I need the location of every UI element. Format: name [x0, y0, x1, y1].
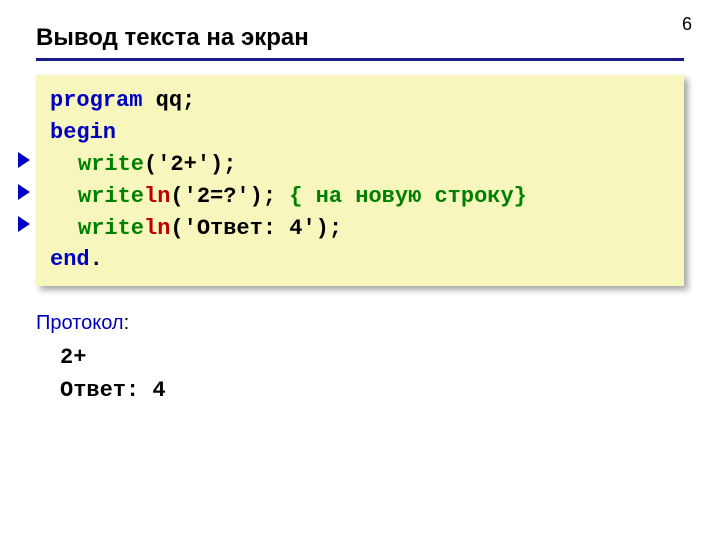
- triangle-icon: [18, 152, 30, 168]
- protocol-line: Ответ: 4: [60, 374, 684, 407]
- code-markers: [18, 152, 30, 248]
- code-line-2: begin: [50, 117, 670, 149]
- code-args: ('Ответ: 4');: [170, 216, 342, 241]
- fn-ln: ln: [144, 216, 170, 241]
- protocol-colon: :: [124, 312, 130, 334]
- code-args: ('2+');: [144, 152, 236, 177]
- protocol-line: 2+: [60, 341, 684, 374]
- code-block: program qq; begin write('2+'); writeln('…: [36, 75, 684, 286]
- fn-write: write: [78, 152, 144, 177]
- code-text: .: [90, 247, 103, 272]
- code-line-5: writeln('Ответ: 4');: [50, 213, 670, 245]
- triangle-icon: [18, 184, 30, 200]
- protocol-label: Протокол: [36, 312, 124, 334]
- keyword-begin: begin: [50, 120, 116, 145]
- code-line-1: program qq;: [50, 85, 670, 117]
- keyword-end: end: [50, 247, 90, 272]
- page-number: 6: [682, 14, 692, 35]
- code-line-4: writeln('2=?'); { на новую строку}: [50, 181, 670, 213]
- fn-write: write: [78, 216, 144, 241]
- code-line-3: write('2+');: [50, 149, 670, 181]
- code-comment: { на новую строку}: [289, 184, 527, 209]
- code-text: qq;: [142, 88, 195, 113]
- slide: 6 Вывод текста на экран program qq; begi…: [0, 0, 720, 540]
- code-line-6: end.: [50, 244, 670, 276]
- fn-write: write: [78, 184, 144, 209]
- slide-title: Вывод текста на экран: [36, 18, 684, 61]
- code-args: ('2=?');: [170, 184, 289, 209]
- protocol-output: 2+ Ответ: 4: [36, 335, 684, 407]
- protocol-section: Протокол: 2+ Ответ: 4: [36, 312, 684, 407]
- fn-ln: ln: [144, 184, 170, 209]
- keyword-program: program: [50, 88, 142, 113]
- triangle-icon: [18, 216, 30, 232]
